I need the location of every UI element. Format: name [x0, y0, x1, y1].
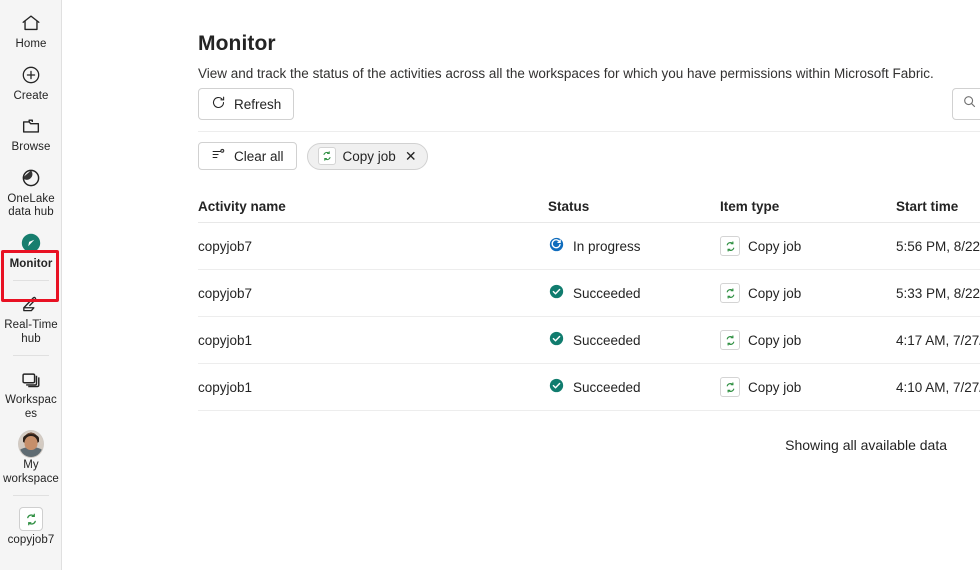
clear-all-label: Clear all [234, 148, 284, 164]
column-header-status[interactable]: Status [548, 199, 720, 214]
refresh-button[interactable]: Refresh [198, 88, 295, 120]
sidebar-item-label: Real-Time hub [4, 319, 58, 345]
item-type-label: Copy job [748, 379, 802, 395]
cell-activity-name[interactable]: copyjob7 [198, 239, 548, 254]
cell-start-time: 5:56 PM, 8/22/24 [896, 238, 980, 254]
toolbar: Refresh [198, 88, 980, 122]
avatar [18, 430, 44, 458]
toolbar-divider [198, 131, 980, 132]
sidebar-item-label: Workspaces [5, 394, 57, 420]
table-header-row: Activity name Status Item type Start tim… [198, 190, 980, 223]
cell-activity-name[interactable]: copyjob1 [198, 333, 548, 348]
monitor-page: Home Create Browse OneLake data hub Moni… [0, 0, 980, 570]
cell-status: Succeeded [548, 283, 720, 303]
sidebar-item-label: copyjob7 [7, 534, 55, 546]
sidebar-item-browse[interactable]: Browse [0, 107, 62, 159]
status-label: In progress [573, 238, 641, 254]
sidebar-item-my-workspace[interactable]: My workspace [0, 425, 62, 490]
sidebar: Home Create Browse OneLake data hub Moni… [0, 0, 62, 570]
item-type-label: Copy job [748, 285, 802, 301]
filter-chip-copy-job[interactable]: Copy job ✕ [306, 142, 428, 170]
sidebar-divider [12, 355, 49, 356]
sidebar-item-create[interactable]: Create [0, 56, 62, 108]
sidebar-item-label: Home [15, 38, 47, 50]
cell-activity-name[interactable]: copyjob7 [198, 286, 548, 301]
showing-all-data-note: Showing all available data [785, 437, 947, 453]
sidebar-item-home[interactable]: Home [0, 4, 62, 56]
copy-job-icon [720, 377, 740, 397]
avatar-icon [18, 430, 44, 458]
item-type-label: Copy job [748, 238, 802, 254]
cell-status: Succeeded [548, 330, 720, 350]
sidebar-item-copyjob7[interactable]: copyjob7 [0, 500, 62, 552]
cell-start-time: 4:17 AM, 7/27/24 [896, 332, 980, 348]
sidebar-item-workspaces[interactable]: Workspaces [0, 360, 62, 425]
table-row[interactable]: copyjob7 In progress Copy job 5:56 PM, 8… [198, 223, 980, 270]
filter-chip-label: Copy job [342, 148, 396, 164]
plus-circle-icon [18, 62, 44, 88]
onelake-icon [18, 165, 44, 191]
sidebar-item-monitor[interactable]: Monitor [0, 224, 62, 276]
item-type-label: Copy job [748, 332, 802, 348]
cell-item-type: Copy job [720, 236, 896, 256]
activities-table: Activity name Status Item type Start tim… [198, 190, 980, 411]
succeeded-icon [548, 377, 565, 397]
home-icon [18, 10, 44, 36]
copy-job-icon [720, 236, 740, 256]
table-row[interactable]: copyjob1 Succeeded [198, 317, 980, 364]
sidebar-item-label: OneLake data hub [7, 192, 55, 219]
status-label: Succeeded [573, 285, 641, 301]
search-input[interactable] [952, 88, 980, 120]
succeeded-icon [548, 283, 565, 303]
folder-icon [18, 113, 44, 139]
column-header-item-type[interactable]: Item type [720, 199, 896, 214]
filter-bar: Clear all Copy job ✕ [198, 142, 428, 170]
sidebar-item-onelake-data-hub[interactable]: OneLake data hub [0, 159, 62, 224]
cell-start-time: 5:33 PM, 8/22/24 [896, 285, 980, 301]
table-row[interactable]: copyjob7 Succeeded Copy job 5:33 PM, 8/2… [198, 270, 980, 317]
main-content: Monitor View and track the status of the… [62, 0, 980, 570]
column-header-start-time[interactable]: Start time [896, 199, 980, 214]
copy-job-icon [720, 330, 740, 350]
sidebar-item-label: Browse [11, 141, 51, 153]
cell-item-type: Copy job [720, 283, 896, 303]
in-progress-icon [548, 236, 565, 256]
sidebar-item-label: My workspace [3, 459, 59, 485]
page-title: Monitor [198, 32, 276, 56]
sidebar-item-label: Create [13, 89, 49, 102]
search-icon [962, 94, 977, 114]
status-label: Succeeded [573, 379, 641, 395]
cell-status: In progress [548, 236, 720, 256]
succeeded-icon [548, 330, 565, 350]
cell-start-time: 4:10 AM, 7/27/24 [896, 379, 980, 395]
close-icon[interactable]: ✕ [405, 149, 417, 163]
copy-job-icon [18, 506, 44, 532]
refresh-label: Refresh [234, 96, 282, 112]
cell-activity-name[interactable]: copyjob1 [198, 380, 548, 395]
page-subtitle: View and track the status of the activit… [198, 65, 934, 81]
cell-item-type: Copy job [720, 377, 896, 397]
column-header-activity-name[interactable]: Activity name [198, 199, 548, 214]
status-label: Succeeded [573, 332, 641, 348]
copy-job-icon [317, 147, 336, 165]
table-row[interactable]: copyjob1 Succeeded [198, 364, 980, 411]
clear-filter-icon [211, 147, 226, 165]
copy-job-icon [720, 283, 740, 303]
sidebar-divider [12, 280, 49, 281]
monitor-icon [18, 230, 44, 256]
sidebar-item-label: Monitor [9, 257, 53, 270]
realtime-hub-icon [18, 291, 44, 317]
sidebar-item-real-time-hub[interactable]: Real-Time hub [0, 285, 62, 350]
refresh-icon [211, 95, 226, 113]
cell-status: Succeeded [548, 377, 720, 397]
sidebar-divider [12, 495, 49, 496]
clear-all-button[interactable]: Clear all [198, 142, 297, 170]
workspaces-icon [18, 366, 44, 392]
cell-item-type: Copy job [720, 330, 896, 350]
